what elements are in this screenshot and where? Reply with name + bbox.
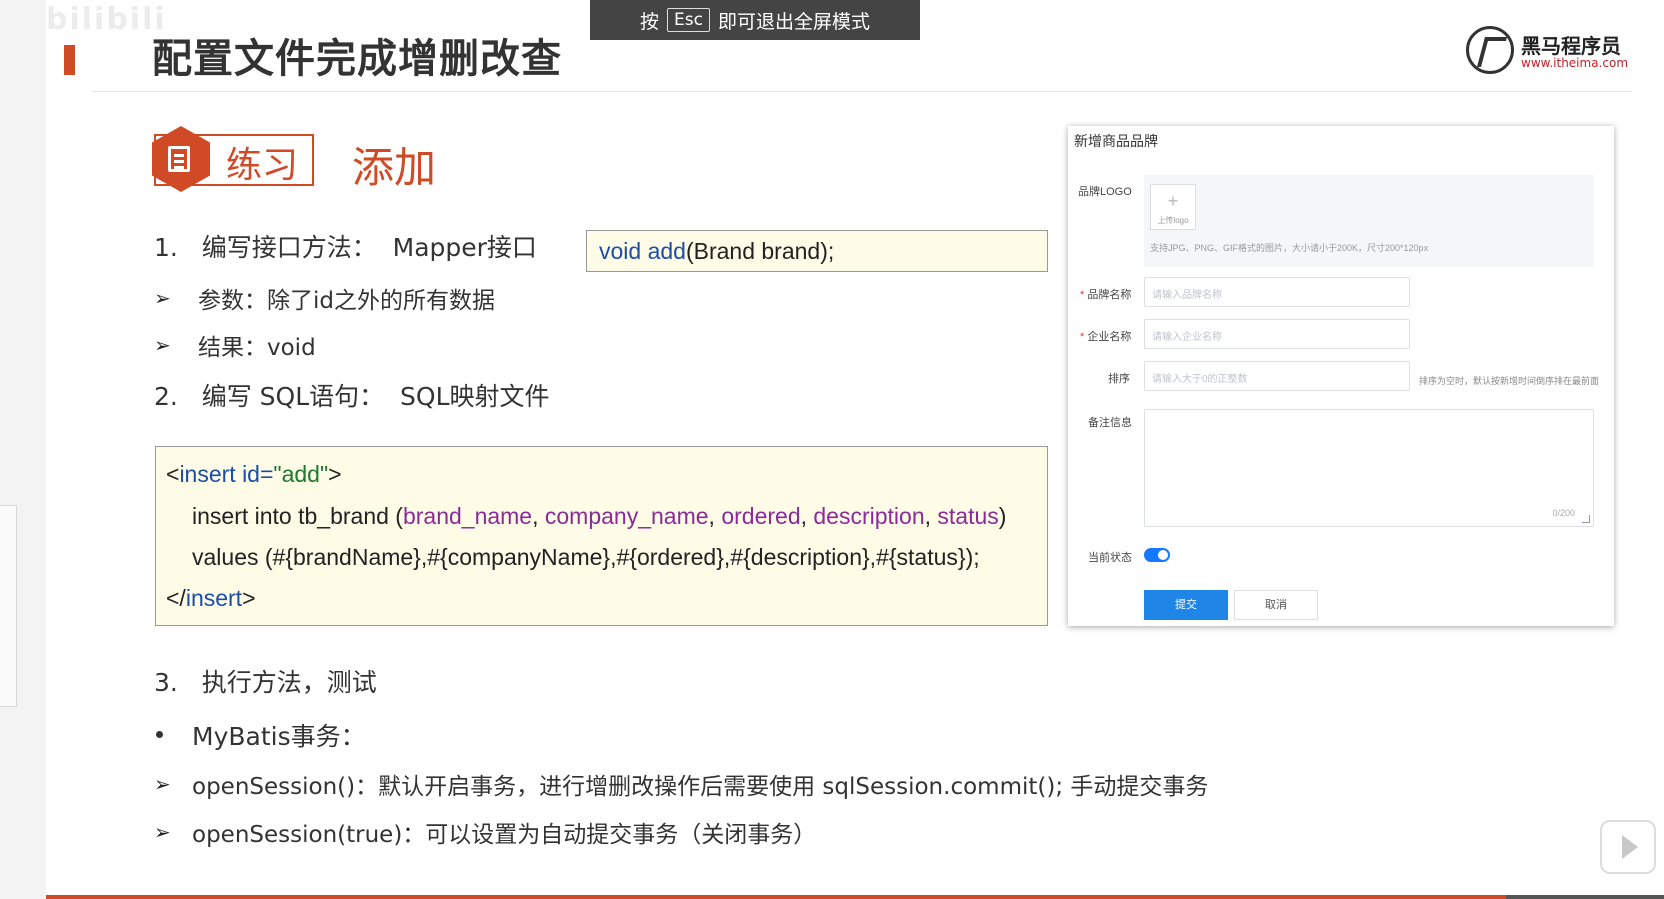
step-text: 编写接口方法： [201,233,377,262]
submit-button[interactable]: 提交 [1144,590,1228,620]
document-icon [168,146,190,172]
esc-hint-suffix: 即可退出全屏模式 [717,10,870,33]
practice-topic: 添加 [352,143,437,192]
sql-insert-line: insert into tb_brand (brand_name, compan… [192,503,1007,529]
bottom-accent-bar [46,895,1506,899]
play-icon[interactable] [1600,820,1656,874]
method-signature: void add(Brand brand); [586,230,1048,272]
horse-icon [1466,26,1514,74]
code-args: (Brand brand); [685,238,835,264]
step-3: 3. 执行方法，测试 [154,663,377,699]
arrow-bullet-icon: ➢ [154,772,171,796]
order-tip: 排序为空时，默认按新增时间倒序排在最前面 [1419,376,1600,386]
point-params: 参数：除了id之外的所有数据 [198,288,495,314]
step-text: 编写 SQL语句： [201,382,385,411]
page-title: 配置文件完成增删改查 [152,36,562,82]
step-text: 执行方法，测试 [201,668,377,697]
step-sub: Mapper接口 [392,233,537,262]
arrow-bullet-icon: ➢ [154,820,171,844]
arrow-bullet-icon: ➢ [154,286,171,310]
point-mybatis: MyBatis事务： [192,722,366,751]
status-toggle[interactable] [1144,548,1170,562]
sql-values-line: values (#{brandName},#{companyName},#{or… [192,544,980,570]
practice-label: 练习 [226,145,299,186]
step-number: 3. [154,668,178,697]
watermark: bilibili [46,2,167,37]
esc-hint-prefix: 按 [640,10,660,33]
upload-button[interactable]: + 上传logo [1150,184,1196,230]
step-1: 1. 编写接口方法： Mapper接口 [154,228,537,264]
brand-logo: 黑马程序员 www.itheima.com [1466,26,1636,76]
upload-tip: 支持JPG、PNG、GIF格式的图片，大小请小于200K，尺寸200*120px [1150,243,1429,253]
sql-open-tag: <insert id="add"> [166,461,342,487]
description-label: 备注信息 [1088,417,1132,429]
cancel-button[interactable]: 取消 [1234,590,1318,620]
bullet-dot-icon [156,731,163,738]
header-divider [92,91,1632,92]
title-marker [64,45,75,75]
step-sub: SQL映射文件 [400,382,550,411]
brand-name-input[interactable]: 请输入品牌名称 [1144,277,1410,307]
esc-key: Esc [667,8,710,32]
sql-close-tag: </insert> [166,585,256,611]
brand-name-label: * 品牌名称 [1080,289,1132,301]
fullscreen-hint: 按 Esc 即可退出全屏模式 [590,0,920,40]
point-result: 结果：void [198,335,316,361]
description-textarea[interactable]: 0/200 [1144,409,1594,527]
bottom-progress [1506,895,1664,899]
order-label: 排序 [1108,373,1130,385]
resize-handle-icon[interactable] [1582,515,1590,523]
point-open-session-true: openSession(true)：可以设置为自动提交事务（关闭事务） [192,822,817,848]
form-title: 新增商品品牌 [1074,133,1158,149]
order-input[interactable]: 请输入大于0的正整数 [1144,361,1410,391]
side-tab[interactable] [0,505,17,707]
logo-url: www.itheima.com [1521,56,1629,70]
sql-code-block: <insert id="add"> insert into tb_brand (… [155,446,1048,626]
company-name-input[interactable]: 请输入企业名称 [1144,319,1410,349]
brand-form-screenshot: 新增商品品牌 品牌LOGO + 上传logo 支持JPG、PNG、GIF格式的图… [1068,126,1614,626]
point-open-session: openSession()：默认开启事务，进行增删改操作后需要使用 sqlSes… [192,774,1209,800]
left-strip [0,0,47,899]
code-keyword: void [599,238,642,264]
step-number: 2. [154,382,178,411]
logo-name: 黑马程序员 [1521,34,1621,58]
arrow-bullet-icon: ➢ [154,333,171,357]
logo-label: 品牌LOGO [1078,186,1132,198]
step-number: 1. [154,233,178,262]
upload-label: 上传logo [1157,216,1189,225]
code-method: add [647,238,686,264]
plus-icon: + [1167,191,1179,211]
char-count: 0/200 [1552,508,1575,518]
company-name-label: * 企业名称 [1080,331,1132,343]
step-2: 2. 编写 SQL语句： SQL映射文件 [154,377,550,413]
status-label: 当前状态 [1088,552,1132,564]
